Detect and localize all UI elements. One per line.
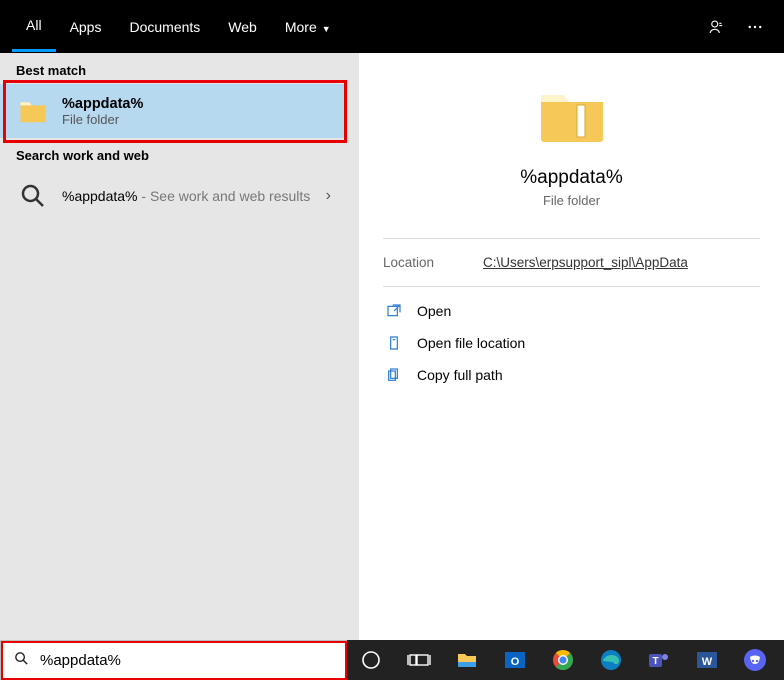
action-open-location[interactable]: Open file location (369, 327, 774, 359)
file-explorer-icon[interactable] (443, 640, 491, 680)
svg-text:T: T (652, 656, 658, 667)
action-copy-path-label: Copy full path (417, 367, 503, 383)
tab-all[interactable]: All (12, 1, 56, 52)
search-input[interactable]: %appdata% (0, 640, 347, 680)
cortana-icon[interactable] (347, 640, 395, 680)
caret-down-icon: ▼ (322, 24, 331, 34)
best-match-header: Best match (0, 53, 347, 84)
best-match-subtitle: File folder (62, 112, 331, 127)
best-match-result[interactable]: %appdata% File folder (0, 84, 347, 138)
preview-title: %appdata% (359, 167, 784, 189)
tab-apps[interactable]: Apps (56, 3, 116, 51)
folder-location-icon (383, 335, 405, 351)
folder-icon (537, 85, 607, 145)
chrome-icon[interactable] (539, 640, 587, 680)
search-web-header: Search work and web (0, 138, 347, 169)
task-view-icon[interactable] (395, 640, 443, 680)
tab-web[interactable]: Web (214, 3, 271, 51)
word-icon[interactable]: W (683, 640, 731, 680)
location-value[interactable]: C:\Users\erpsupport_sipl\AppData (483, 255, 688, 270)
filter-tabs: All Apps Documents Web More ▼ (0, 0, 784, 53)
action-open[interactable]: Open (369, 295, 774, 327)
feedback-icon[interactable] (700, 10, 734, 44)
action-open-location-label: Open file location (417, 335, 525, 351)
web-result-term: %appdata% (62, 188, 138, 204)
web-search-result[interactable]: %appdata% - See work and web results › (0, 169, 347, 223)
results-list: Best match %appdata% File folder Search … (0, 53, 347, 642)
outlook-icon[interactable]: O (491, 640, 539, 680)
copy-icon (383, 367, 405, 383)
tab-more[interactable]: More ▼ (271, 3, 345, 51)
open-icon (383, 303, 405, 319)
chevron-right-icon: › (326, 187, 331, 205)
action-copy-path[interactable]: Copy full path (369, 359, 774, 391)
best-match-title: %appdata% (62, 96, 331, 112)
search-window: All Apps Documents Web More ▼ Best match … (0, 0, 784, 642)
location-label: Location (383, 255, 483, 270)
ellipsis-icon[interactable] (738, 10, 772, 44)
web-result-suffix: - See work and web results (138, 188, 311, 204)
edge-icon[interactable] (587, 640, 635, 680)
taskbar: %appdata% O T W (0, 640, 784, 680)
search-icon (16, 179, 50, 213)
search-icon (13, 650, 30, 670)
preview-subtitle: File folder (359, 193, 784, 208)
preview-pane: %appdata% File folder Location C:\Users\… (359, 53, 784, 642)
svg-text:W: W (702, 656, 713, 668)
discord-icon[interactable] (731, 640, 779, 680)
teams-icon[interactable]: T (635, 640, 683, 680)
search-value: %appdata% (40, 652, 334, 669)
tab-documents[interactable]: Documents (115, 3, 214, 51)
svg-text:O: O (511, 656, 520, 668)
tab-more-label: More (285, 19, 317, 35)
folder-icon (16, 94, 50, 128)
action-open-label: Open (417, 303, 451, 319)
